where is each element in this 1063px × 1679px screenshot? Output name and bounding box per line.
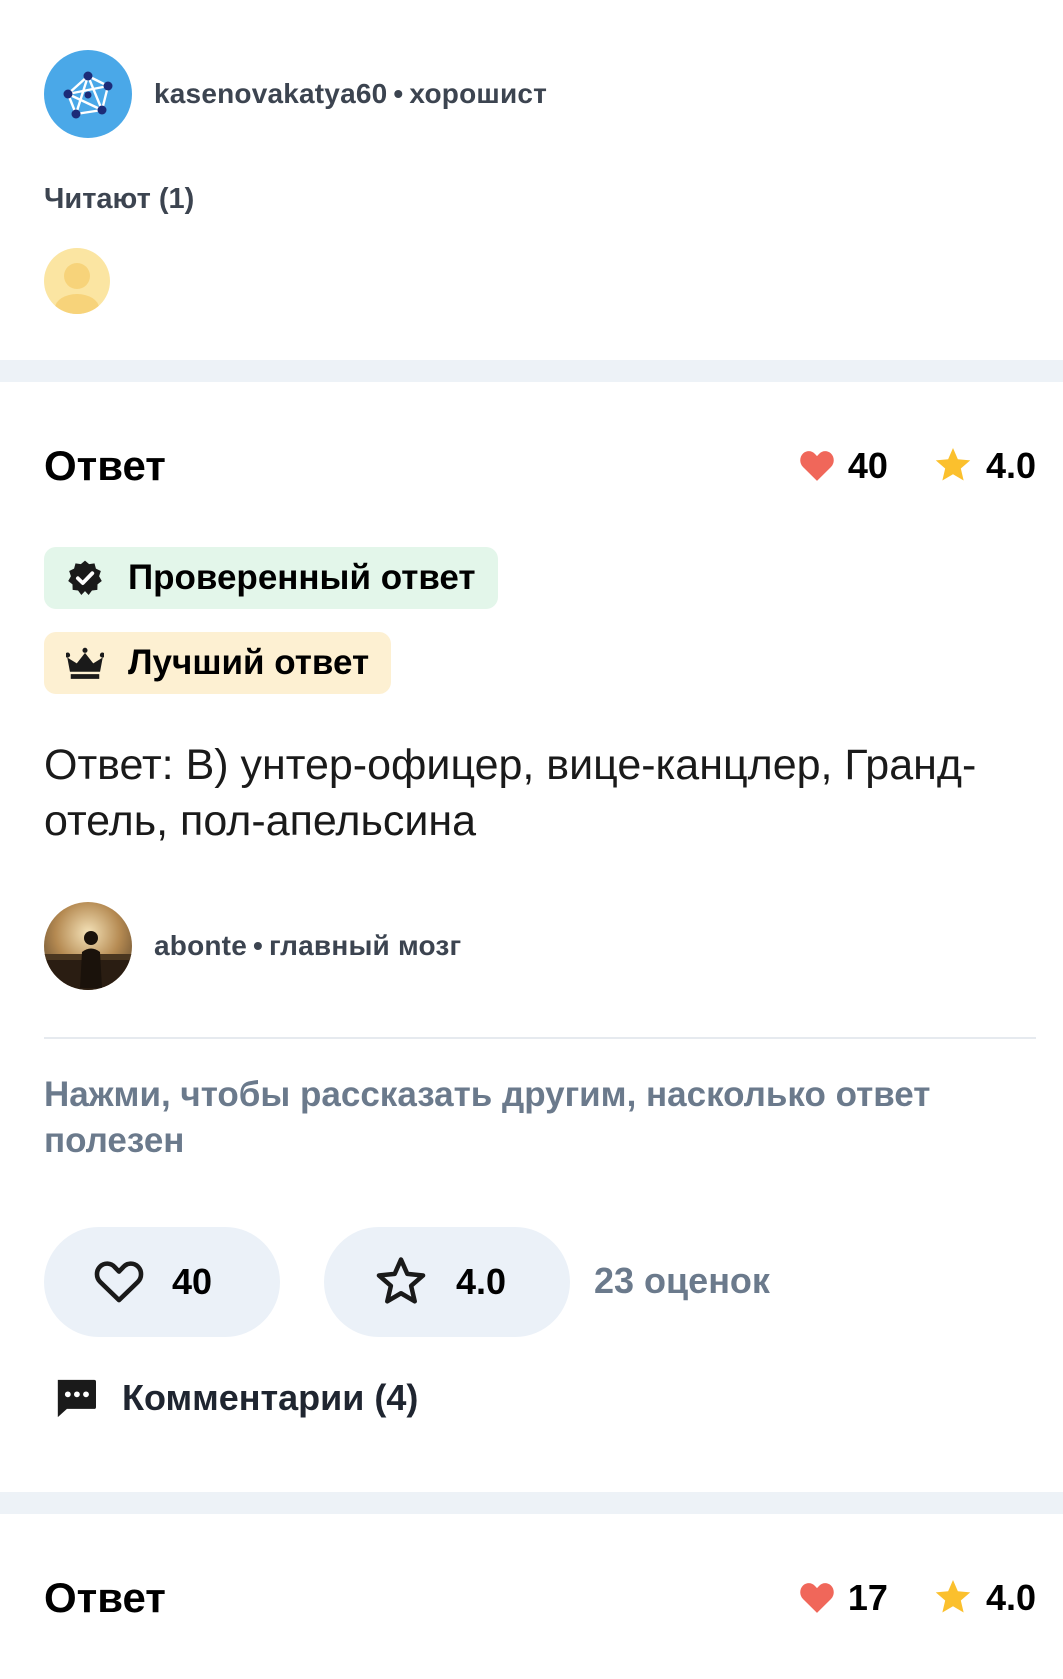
- comments-button[interactable]: Комментарии (4): [54, 1377, 418, 1419]
- rate-hint-text: Нажми, чтобы рассказать другим, наскольк…: [44, 1075, 931, 1160]
- star-icon: [935, 448, 971, 481]
- answer-card: Ответ 40 4.0 Проверенный ответ Лучший от…: [0, 382, 1063, 1492]
- rating-value: 4.0: [985, 445, 1036, 486]
- likes-count: 40: [847, 445, 888, 486]
- separator-dot: •: [393, 78, 404, 109]
- verified-answer-badge: Проверенный ответ: [44, 547, 498, 609]
- comment-icon: [57, 1379, 96, 1418]
- best-answer-label: Лучший ответ: [128, 643, 370, 682]
- best-answer-badge: Лучший ответ: [44, 632, 392, 694]
- crown-icon: [66, 647, 104, 679]
- heart-icon: [800, 451, 834, 481]
- readers-title: Читают (1): [44, 183, 195, 215]
- likes-stat: 17: [800, 1577, 888, 1619]
- answer-stats: 17 4.0: [800, 1577, 1036, 1619]
- question-author-section: kasenovakatya60 • хорошист Читают (1): [0, 0, 1063, 360]
- answer-heading: Ответ: [44, 442, 166, 489]
- rating-stat: 4.0: [934, 445, 1036, 487]
- person-silhouette-icon: [44, 931, 132, 990]
- answer-author-rank: главный мозг: [269, 930, 462, 961]
- section-divider: [0, 360, 1063, 382]
- answer-author[interactable]: abonte • главный мозг: [44, 902, 461, 990]
- star-icon: [935, 1580, 971, 1613]
- heart-icon: [800, 1583, 834, 1613]
- rating-stat: 4.0: [934, 1577, 1036, 1619]
- ratings-count: 23 оценок: [594, 1260, 770, 1301]
- question-author-username[interactable]: kasenovakatya60: [154, 78, 387, 109]
- likes-stat: 40: [800, 445, 888, 487]
- verified-check-icon: [68, 560, 102, 595]
- reader-avatar[interactable]: [44, 248, 110, 314]
- separator-dot: •: [252, 930, 263, 961]
- rate-button-value: 4.0: [456, 1261, 507, 1302]
- molecule-avatar-icon[interactable]: [44, 50, 132, 138]
- rate-button[interactable]: 4.0: [324, 1227, 570, 1337]
- section-divider: [0, 1492, 1063, 1514]
- like-button-count: 40: [172, 1261, 213, 1302]
- question-author[interactable]: kasenovakatya60 • хорошист: [44, 50, 547, 138]
- answer-text: Ответ: В) унтер-офицер, вице-канцлер, Гр…: [44, 741, 977, 845]
- divider-line: [44, 1037, 1036, 1039]
- likes-count: 17: [847, 1577, 888, 1618]
- verified-answer-label: Проверенный ответ: [128, 558, 476, 597]
- answer-author-avatar[interactable]: [44, 902, 132, 990]
- heart-outline-icon: [94, 1261, 144, 1303]
- answer-author-meta: abonte • главный мозг: [154, 930, 461, 962]
- question-author-meta: kasenovakatya60 • хорошист: [154, 78, 547, 110]
- like-button[interactable]: 40: [44, 1227, 280, 1337]
- answer-card: Ответ 17 4.0: [0, 1514, 1063, 1679]
- answer-author-username[interactable]: abonte: [154, 930, 247, 961]
- rating-value: 4.0: [985, 1577, 1036, 1618]
- comments-label: Комментарии (4): [122, 1377, 419, 1418]
- question-author-rank: хорошист: [409, 78, 548, 109]
- star-outline-icon: [376, 1257, 426, 1304]
- answer-stats: 40 4.0: [800, 445, 1036, 487]
- user-placeholder-icon: [55, 263, 99, 314]
- answer-heading: Ответ: [44, 1574, 166, 1621]
